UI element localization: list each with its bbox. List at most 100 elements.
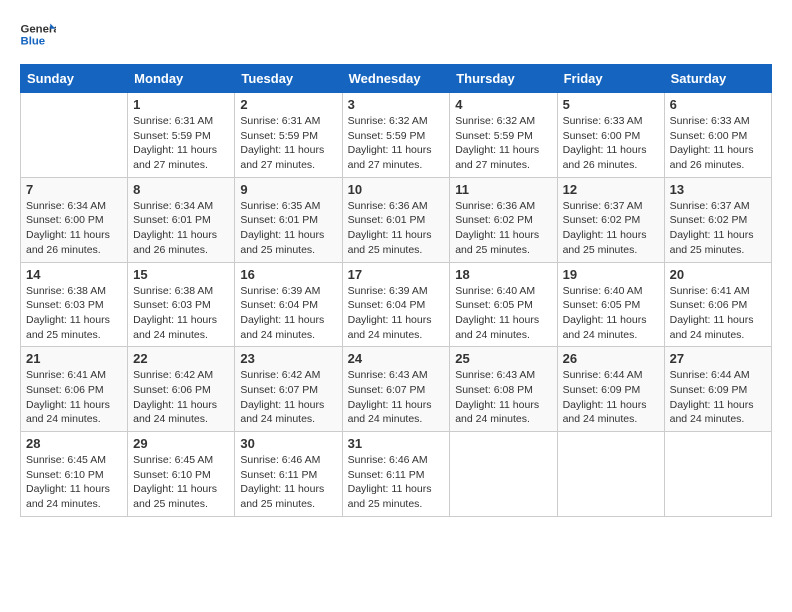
day-cell: 17 Sunrise: 6:39 AM Sunset: 6:04 PM Dayli…: [342, 262, 450, 347]
day-info: Sunrise: 6:40 AM Sunset: 6:05 PM Dayligh…: [455, 284, 551, 343]
day-number: 8: [133, 182, 229, 197]
day-info: Sunrise: 6:45 AM Sunset: 6:10 PM Dayligh…: [133, 453, 229, 512]
logo: General Blue: [20, 20, 56, 48]
day-cell: 11 Sunrise: 6:36 AM Sunset: 6:02 PM Dayli…: [450, 177, 557, 262]
day-cell: 18 Sunrise: 6:40 AM Sunset: 6:05 PM Dayli…: [450, 262, 557, 347]
day-cell: 26 Sunrise: 6:44 AM Sunset: 6:09 PM Dayli…: [557, 347, 664, 432]
day-number: 18: [455, 267, 551, 282]
day-number: 22: [133, 351, 229, 366]
day-info: Sunrise: 6:42 AM Sunset: 6:07 PM Dayligh…: [240, 368, 336, 427]
day-info: Sunrise: 6:38 AM Sunset: 6:03 PM Dayligh…: [133, 284, 229, 343]
day-cell: 23 Sunrise: 6:42 AM Sunset: 6:07 PM Dayli…: [235, 347, 342, 432]
day-info: Sunrise: 6:46 AM Sunset: 6:11 PM Dayligh…: [348, 453, 445, 512]
weekday-header-friday: Friday: [557, 65, 664, 93]
day-info: Sunrise: 6:33 AM Sunset: 6:00 PM Dayligh…: [670, 114, 766, 173]
day-cell: 22 Sunrise: 6:42 AM Sunset: 6:06 PM Dayli…: [128, 347, 235, 432]
day-info: Sunrise: 6:37 AM Sunset: 6:02 PM Dayligh…: [670, 199, 766, 258]
weekday-header-row: SundayMondayTuesdayWednesdayThursdayFrid…: [21, 65, 772, 93]
day-number: 12: [563, 182, 659, 197]
day-cell: 20 Sunrise: 6:41 AM Sunset: 6:06 PM Dayli…: [664, 262, 771, 347]
day-info: Sunrise: 6:39 AM Sunset: 6:04 PM Dayligh…: [348, 284, 445, 343]
day-number: 9: [240, 182, 336, 197]
day-cell: 8Sunrise: 6:34 AM Sunset: 6:01 PM Daylig…: [128, 177, 235, 262]
day-number: 19: [563, 267, 659, 282]
day-cell: 29 Sunrise: 6:45 AM Sunset: 6:10 PM Dayli…: [128, 432, 235, 517]
day-info: Sunrise: 6:31 AM Sunset: 5:59 PM Dayligh…: [240, 114, 336, 173]
day-number: 15: [133, 267, 229, 282]
day-cell: 21 Sunrise: 6:41 AM Sunset: 6:06 PM Dayli…: [21, 347, 128, 432]
day-cell: [557, 432, 664, 517]
day-info: Sunrise: 6:44 AM Sunset: 6:09 PM Dayligh…: [563, 368, 659, 427]
day-number: 3: [348, 97, 445, 112]
day-cell: [21, 93, 128, 178]
day-info: Sunrise: 6:36 AM Sunset: 6:02 PM Dayligh…: [455, 199, 551, 258]
day-info: Sunrise: 6:31 AM Sunset: 5:59 PM Dayligh…: [133, 114, 229, 173]
day-info: Sunrise: 6:39 AM Sunset: 6:04 PM Dayligh…: [240, 284, 336, 343]
day-number: 21: [26, 351, 122, 366]
weekday-header-sunday: Sunday: [21, 65, 128, 93]
day-number: 10: [348, 182, 445, 197]
day-info: Sunrise: 6:34 AM Sunset: 6:00 PM Dayligh…: [26, 199, 122, 258]
week-row-1: 1 Sunrise: 6:31 AM Sunset: 5:59 PM Daylig…: [21, 93, 772, 178]
logo-icon: General Blue: [20, 20, 56, 48]
week-row-2: 7Sunrise: 6:34 AM Sunset: 6:00 PM Daylig…: [21, 177, 772, 262]
day-info: Sunrise: 6:42 AM Sunset: 6:06 PM Dayligh…: [133, 368, 229, 427]
day-number: 31: [348, 436, 445, 451]
calendar: SundayMondayTuesdayWednesdayThursdayFrid…: [20, 64, 772, 517]
day-info: Sunrise: 6:36 AM Sunset: 6:01 PM Dayligh…: [348, 199, 445, 258]
day-cell: [450, 432, 557, 517]
week-row-3: 14 Sunrise: 6:38 AM Sunset: 6:03 PM Dayli…: [21, 262, 772, 347]
day-cell: 27 Sunrise: 6:44 AM Sunset: 6:09 PM Dayli…: [664, 347, 771, 432]
day-info: Sunrise: 6:38 AM Sunset: 6:03 PM Dayligh…: [26, 284, 122, 343]
day-info: Sunrise: 6:43 AM Sunset: 6:07 PM Dayligh…: [348, 368, 445, 427]
day-number: 25: [455, 351, 551, 366]
day-info: Sunrise: 6:46 AM Sunset: 6:11 PM Dayligh…: [240, 453, 336, 512]
day-info: Sunrise: 6:33 AM Sunset: 6:00 PM Dayligh…: [563, 114, 659, 173]
day-cell: 13 Sunrise: 6:37 AM Sunset: 6:02 PM Dayli…: [664, 177, 771, 262]
day-info: Sunrise: 6:35 AM Sunset: 6:01 PM Dayligh…: [240, 199, 336, 258]
day-number: 6: [670, 97, 766, 112]
weekday-header-wednesday: Wednesday: [342, 65, 450, 93]
day-cell: 6 Sunrise: 6:33 AM Sunset: 6:00 PM Daylig…: [664, 93, 771, 178]
day-info: Sunrise: 6:44 AM Sunset: 6:09 PM Dayligh…: [670, 368, 766, 427]
day-cell: 28 Sunrise: 6:45 AM Sunset: 6:10 PM Dayli…: [21, 432, 128, 517]
day-cell: 9 Sunrise: 6:35 AM Sunset: 6:01 PM Daylig…: [235, 177, 342, 262]
day-number: 20: [670, 267, 766, 282]
day-number: 14: [26, 267, 122, 282]
day-number: 11: [455, 182, 551, 197]
day-number: 23: [240, 351, 336, 366]
day-info: Sunrise: 6:43 AM Sunset: 6:08 PM Dayligh…: [455, 368, 551, 427]
day-info: Sunrise: 6:41 AM Sunset: 6:06 PM Dayligh…: [670, 284, 766, 343]
day-number: 5: [563, 97, 659, 112]
day-info: Sunrise: 6:41 AM Sunset: 6:06 PM Dayligh…: [26, 368, 122, 427]
day-info: Sunrise: 6:32 AM Sunset: 5:59 PM Dayligh…: [455, 114, 551, 173]
day-cell: 7Sunrise: 6:34 AM Sunset: 6:00 PM Daylig…: [21, 177, 128, 262]
day-info: Sunrise: 6:32 AM Sunset: 5:59 PM Dayligh…: [348, 114, 445, 173]
svg-text:Blue: Blue: [21, 36, 46, 48]
day-cell: 14 Sunrise: 6:38 AM Sunset: 6:03 PM Dayli…: [21, 262, 128, 347]
day-number: 29: [133, 436, 229, 451]
day-info: Sunrise: 6:37 AM Sunset: 6:02 PM Dayligh…: [563, 199, 659, 258]
day-number: 30: [240, 436, 336, 451]
day-cell: 2Sunrise: 6:31 AM Sunset: 5:59 PM Daylig…: [235, 93, 342, 178]
day-cell: [664, 432, 771, 517]
day-number: 26: [563, 351, 659, 366]
header: General Blue: [20, 20, 772, 48]
day-number: 13: [670, 182, 766, 197]
day-number: 1: [133, 97, 229, 112]
day-info: Sunrise: 6:45 AM Sunset: 6:10 PM Dayligh…: [26, 453, 122, 512]
weekday-header-tuesday: Tuesday: [235, 65, 342, 93]
day-cell: 16 Sunrise: 6:39 AM Sunset: 6:04 PM Dayli…: [235, 262, 342, 347]
day-number: 27: [670, 351, 766, 366]
day-number: 17: [348, 267, 445, 282]
day-info: Sunrise: 6:40 AM Sunset: 6:05 PM Dayligh…: [563, 284, 659, 343]
weekday-header-monday: Monday: [128, 65, 235, 93]
day-number: 4: [455, 97, 551, 112]
day-cell: 10 Sunrise: 6:36 AM Sunset: 6:01 PM Dayli…: [342, 177, 450, 262]
day-number: 16: [240, 267, 336, 282]
weekday-header-thursday: Thursday: [450, 65, 557, 93]
day-cell: 30 Sunrise: 6:46 AM Sunset: 6:11 PM Dayli…: [235, 432, 342, 517]
day-cell: 3 Sunrise: 6:32 AM Sunset: 5:59 PM Daylig…: [342, 93, 450, 178]
day-cell: 24Sunrise: 6:43 AM Sunset: 6:07 PM Dayli…: [342, 347, 450, 432]
day-number: 28: [26, 436, 122, 451]
